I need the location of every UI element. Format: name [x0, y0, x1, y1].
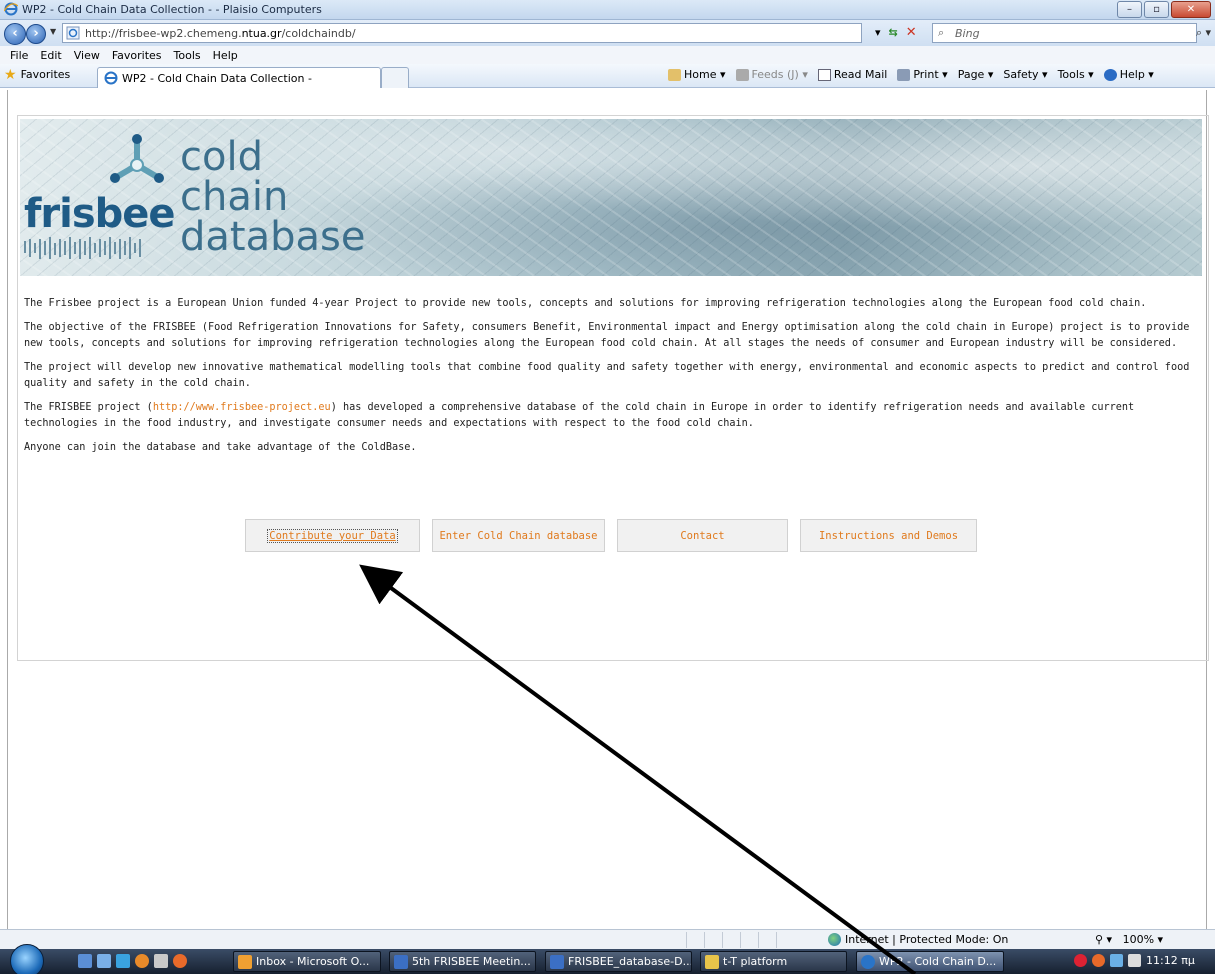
address-input[interactable]: http://frisbee-wp2.chemeng.ntua.gr/coldc…: [62, 23, 862, 43]
search-go-icon[interactable]: ⌕ ▾: [1196, 26, 1211, 40]
system-tray: 11:12 πμ: [1074, 954, 1195, 967]
search-placeholder: Bing: [955, 27, 980, 40]
menu-view[interactable]: View: [68, 49, 106, 62]
quick-launch: [78, 954, 187, 968]
tools-menu-button[interactable]: Tools ▾: [1058, 68, 1094, 81]
clock[interactable]: 11:12 πμ: [1146, 954, 1195, 967]
favorites-button[interactable]: ★ Favorites: [4, 66, 71, 83]
menu-file[interactable]: File: [4, 49, 34, 62]
menu-help[interactable]: Help: [207, 49, 244, 62]
globe-icon: [828, 933, 841, 946]
feeds-icon: [735, 69, 749, 81]
snowflake-logo-icon: [110, 134, 164, 183]
mail-icon: [817, 69, 831, 81]
maximize-button[interactable]: ▫: [1144, 1, 1169, 18]
brand-logo-text: frisbee: [24, 191, 176, 237]
safety-menu-button[interactable]: Safety ▾: [1003, 68, 1047, 81]
header-banner: frisbee cold chain database: [20, 119, 1202, 276]
menu-tools[interactable]: Tools: [168, 49, 207, 62]
close-button[interactable]: ✕: [1171, 1, 1211, 18]
page-icon: [66, 26, 80, 40]
window-title: WP2 - Cold Chain Data Collection - - Pla…: [22, 3, 322, 16]
taskbar-item[interactable]: t-T platform: [700, 951, 847, 972]
favorites-label: Favorites: [20, 68, 71, 81]
enter-database-button[interactable]: Enter Cold Chain database: [432, 519, 605, 552]
refresh-icon[interactable]: ⇆: [889, 26, 898, 39]
menu-bar: File Edit View Favorites Tools Help: [0, 46, 1215, 64]
media-icon[interactable]: [116, 954, 130, 968]
page-menu-button[interactable]: Page ▾: [958, 68, 994, 81]
back-button[interactable]: ‹: [4, 23, 26, 45]
messenger-icon[interactable]: [1092, 954, 1105, 967]
status-bar: Internet | Protected Mode: On ⚲ ▾ 100% ▾: [0, 929, 1215, 949]
search-icon: ⌕: [938, 26, 945, 39]
stop-icon[interactable]: ✕: [906, 25, 917, 40]
menu-edit[interactable]: Edit: [34, 49, 67, 62]
zoom-control[interactable]: ⚲ ▾ 100% ▾: [1095, 933, 1163, 946]
search-input[interactable]: ⌕ Bing: [932, 23, 1197, 43]
taskbar: Inbox - Microsoft O... 5th FRISBEE Meeti…: [0, 944, 1215, 974]
tab-current[interactable]: WP2 - Cold Chain Data Collection -: [97, 67, 381, 88]
outlook-icon: [238, 954, 252, 969]
feeds-button[interactable]: Feeds (J) ▾: [735, 68, 808, 81]
banner-title: cold chain database: [180, 134, 366, 260]
tab-label: WP2 - Cold Chain Data Collection -: [122, 72, 312, 85]
help-icon: [1103, 69, 1117, 81]
address-dropdown-icon[interactable]: ▾: [875, 26, 881, 39]
minimize-button[interactable]: –: [1117, 1, 1142, 18]
word-icon: [394, 954, 408, 969]
word-icon: [550, 954, 564, 969]
internet-explorer-icon: [104, 71, 118, 85]
barcode-decoration: [24, 237, 141, 259]
history-dropdown-icon[interactable]: ▼: [50, 27, 56, 36]
intro-paragraph: The project will develop new innovative …: [24, 362, 1190, 389]
intro-paragraph: The FRISBEE project (http://www.frisbee-…: [24, 402, 1135, 429]
command-bar: ★ Favorites WP2 - Cold Chain Data Collec…: [0, 64, 1215, 88]
intro-text: The Frisbee project is a European Union …: [24, 296, 1194, 464]
contact-button[interactable]: Contact: [617, 519, 788, 552]
window-title-bar: WP2 - Cold Chain Data Collection - - Pla…: [0, 0, 1215, 20]
menu-favorites[interactable]: Favorites: [106, 49, 168, 62]
instructions-demos-button[interactable]: Instructions and Demos: [800, 519, 977, 552]
home-button[interactable]: Home ▾: [668, 68, 726, 81]
taskbar-item[interactable]: FRISBEE_database-D...: [545, 951, 692, 972]
taskbar-item-active[interactable]: WP2 - Cold Chain D...: [856, 951, 1004, 972]
volume-icon[interactable]: [1128, 954, 1141, 967]
frisbee-project-link[interactable]: http://www.frisbee-project.eu: [153, 402, 331, 413]
new-tab-button[interactable]: [381, 67, 409, 88]
folder-icon: [705, 954, 719, 969]
action-buttons: Contribute your Data Enter Cold Chain da…: [245, 519, 977, 552]
messenger-icon[interactable]: [173, 954, 187, 968]
app-icon[interactable]: [154, 954, 168, 968]
help-menu-button[interactable]: Help ▾: [1103, 68, 1154, 81]
network-icon[interactable]: [1110, 954, 1123, 967]
printer-icon: [897, 69, 911, 81]
home-icon: [668, 69, 681, 81]
taskbar-item[interactable]: 5th FRISBEE Meetin...: [389, 951, 536, 972]
desktop-icon[interactable]: [78, 954, 92, 968]
forward-button[interactable]: ›: [26, 24, 46, 44]
internet-explorer-icon: [4, 2, 18, 16]
intro-paragraph: The Frisbee project is a European Union …: [24, 298, 1147, 309]
intro-paragraph: Anyone can join the database and take ad…: [24, 442, 417, 453]
intro-paragraph: The objective of the FRISBEE (Food Refri…: [24, 322, 1190, 349]
explorer-icon[interactable]: [97, 954, 111, 968]
url-text: http://frisbee-wp2.chemeng.ntua.gr/coldc…: [85, 27, 356, 40]
internet-explorer-icon: [861, 954, 875, 969]
print-button[interactable]: Print ▾: [897, 68, 948, 81]
zone-label: Internet | Protected Mode: On: [845, 933, 1009, 946]
taskbar-item[interactable]: Inbox - Microsoft O...: [233, 951, 381, 972]
star-icon: ★: [4, 66, 17, 83]
antivirus-icon[interactable]: [1074, 954, 1087, 967]
security-zone[interactable]: Internet | Protected Mode: On: [828, 933, 1008, 946]
start-button[interactable]: [10, 944, 44, 974]
read-mail-button[interactable]: Read Mail: [817, 68, 887, 81]
browser-icon[interactable]: [135, 954, 149, 968]
contribute-data-button[interactable]: Contribute your Data: [245, 519, 420, 552]
address-toolbar: ‹ › ▼ http://frisbee-wp2.chemeng.ntua.gr…: [0, 20, 1215, 46]
